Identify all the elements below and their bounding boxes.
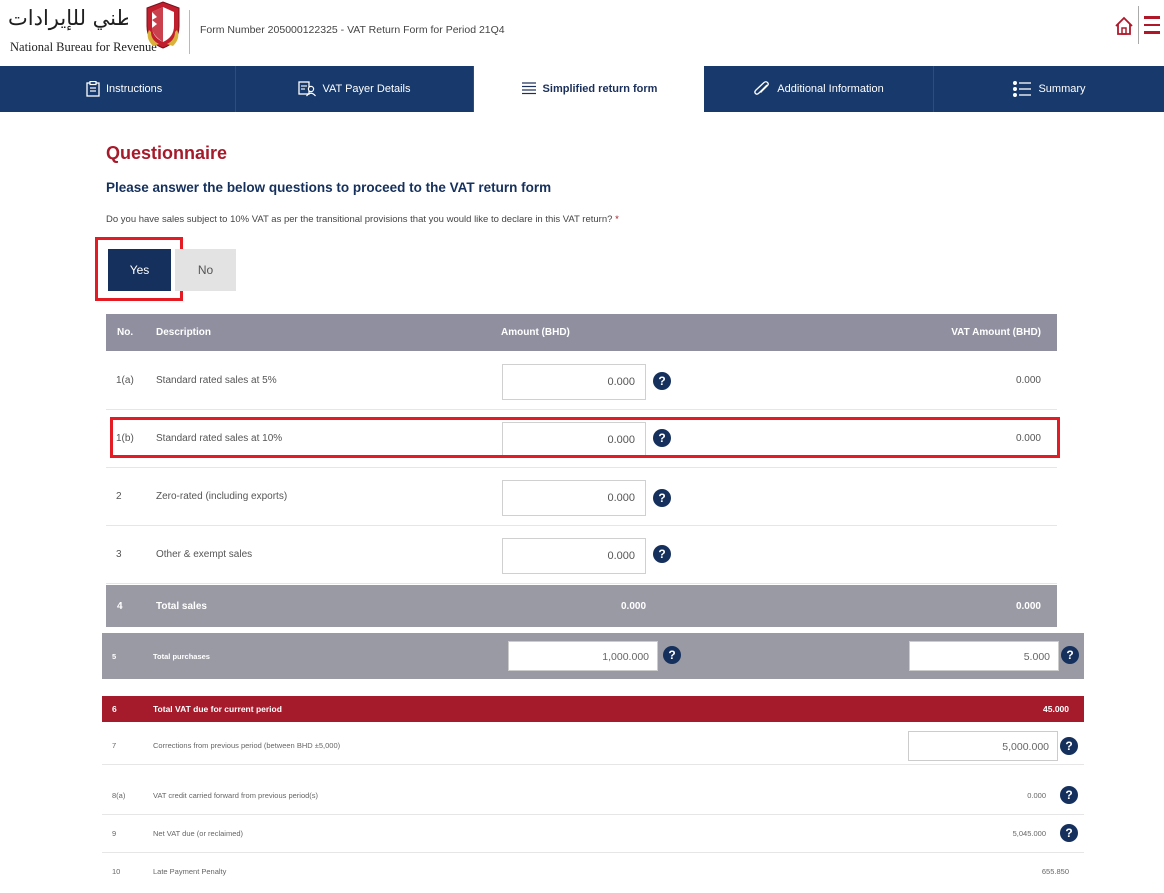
row-description: Total purchases (153, 652, 210, 661)
row-number: 3 (116, 549, 122, 560)
total-sales-vat: 0.000 (1015, 601, 1041, 612)
tab-label: Simplified return form (542, 83, 658, 95)
question-label: Do you have sales subject to 10% VAT as … (106, 214, 613, 225)
emblem-icon (146, 1, 180, 49)
help-icon[interactable]: ? (653, 545, 671, 563)
page-header: الجهاز الوطني للإيرادات National Bureau … (0, 0, 1164, 66)
row-description: Corrections from previous period (betwee… (153, 741, 341, 750)
row-description: Total VAT due for current period (153, 704, 282, 714)
help-icon[interactable]: ? (663, 646, 681, 664)
question-text: Do you have sales subject to 10% VAT as … (106, 214, 619, 225)
row-description: Net VAT due (or reclaimed) (153, 829, 244, 838)
row-number: 9 (112, 829, 117, 838)
amount-input[interactable]: 0.000 (502, 364, 646, 400)
id-card-icon (298, 81, 317, 97)
table-row: 8(a) VAT credit carried forward from pre… (102, 777, 1084, 815)
table-row: 10 Late Payment Penalty 655.850 (102, 855, 1084, 893)
row-number: 1(a) (116, 375, 134, 386)
row-value: 0.000 (1027, 791, 1046, 800)
tab-label: VAT Payer Details (322, 83, 411, 95)
purchases-amount-input[interactable]: 1,000.000 (508, 641, 658, 671)
tab-summary[interactable]: Summary (934, 66, 1164, 112)
row-number: 2 (116, 491, 122, 502)
row-number: 6 (112, 704, 117, 714)
tab-simplified-return-form[interactable]: Simplified return form (474, 66, 704, 112)
tab-instructions[interactable]: Instructions (0, 66, 236, 112)
required-marker: * (615, 214, 619, 225)
table-row: 9 Net VAT due (or reclaimed) 5,045.000 ? (102, 815, 1084, 853)
total-purchases-row: 5 Total purchases 1,000.000 ? 5.000 ? (102, 633, 1084, 679)
col-description: Description (156, 327, 212, 338)
row-number: 5 (112, 652, 117, 661)
table-row: 7 Corrections from previous period (betw… (102, 727, 1084, 765)
logo-arabic-text: الجهاز الوطني للإيرادات (8, 6, 128, 30)
vat-due-row: 6 Total VAT due for current period 45.00… (102, 696, 1084, 722)
highlight-frame (110, 417, 1060, 458)
col-vat-amount: VAT Amount (BHD) (951, 327, 1041, 338)
row-description: Total sales (156, 601, 207, 612)
row-number: 7 (112, 741, 117, 750)
header-divider (189, 10, 190, 54)
tab-label: Summary (1038, 83, 1086, 95)
col-no: No. (117, 327, 134, 338)
tab-additional-information[interactable]: Additional Information (704, 66, 934, 112)
tab-label: Instructions (106, 83, 163, 95)
row-value: 5,045.000 (1012, 829, 1046, 838)
row-description: Late Payment Penalty (153, 867, 227, 876)
tab-vat-payer-details[interactable]: VAT Payer Details (236, 66, 474, 112)
row-value: 655.850 (1041, 867, 1069, 876)
step-tabs: Instructions VAT Payer Details Simplifie… (0, 66, 1164, 112)
clipboard-icon (86, 81, 100, 97)
col-amount: Amount (BHD) (501, 327, 570, 338)
total-sales-row: 4 Total sales 0.000 0.000 (106, 585, 1057, 627)
amount-input[interactable]: 0.000 (502, 538, 646, 574)
amount-input[interactable]: 0.000 (502, 480, 646, 516)
questionnaire-title: Questionnaire (106, 143, 228, 163)
help-icon[interactable]: ? (653, 489, 671, 507)
header-divider (1138, 6, 1139, 44)
row-number: 10 (112, 867, 121, 876)
row-description: Zero-rated (including exports) (156, 491, 288, 502)
help-icon[interactable]: ? (1060, 824, 1078, 842)
row-number: 4 (117, 601, 123, 612)
row-description: VAT credit carried forward from previous… (153, 791, 319, 800)
total-sales-amount: 0.000 (621, 601, 647, 612)
table-row: 1(a) Standard rated sales at 5% 0.000 ? … (106, 352, 1057, 410)
tab-label: Additional Information (777, 83, 884, 95)
checklist-icon (1013, 81, 1032, 97)
help-icon[interactable]: ? (653, 372, 671, 390)
table-row: 3 Other & exempt sales 0.000 ? (106, 526, 1057, 584)
row-description: Other & exempt sales (156, 549, 253, 560)
help-icon[interactable]: ? (1061, 646, 1079, 664)
table-row: 2 Zero-rated (including exports) 0.000 ? (106, 468, 1057, 526)
purchases-vat-input[interactable]: 5.000 (909, 641, 1059, 671)
table-header: No. Description Amount (BHD) VAT Amount … (106, 314, 1057, 351)
help-icon[interactable]: ? (1060, 737, 1078, 755)
vat-amount: 0.000 (1015, 375, 1041, 386)
vat-due-value: 45.000 (1043, 704, 1069, 714)
home-icon[interactable] (1113, 15, 1135, 37)
menu-icon[interactable] (1144, 16, 1160, 34)
paperclip-icon (754, 81, 770, 95)
questionnaire-subtitle: Please answer the below questions to pro… (106, 180, 552, 195)
row-description: Standard rated sales at 5% (156, 375, 277, 386)
logo-english-text: National Bureau for Revenue (10, 40, 157, 54)
yes-button[interactable]: Yes (108, 249, 171, 291)
row-number: 8(a) (112, 791, 126, 800)
form-title: Form Number 205000122325 - VAT Return Fo… (200, 24, 505, 36)
no-button[interactable]: No (175, 249, 236, 291)
corrections-input[interactable]: 5,000.000 (908, 731, 1058, 761)
list-icon (521, 82, 536, 95)
help-icon[interactable]: ? (1060, 786, 1078, 804)
